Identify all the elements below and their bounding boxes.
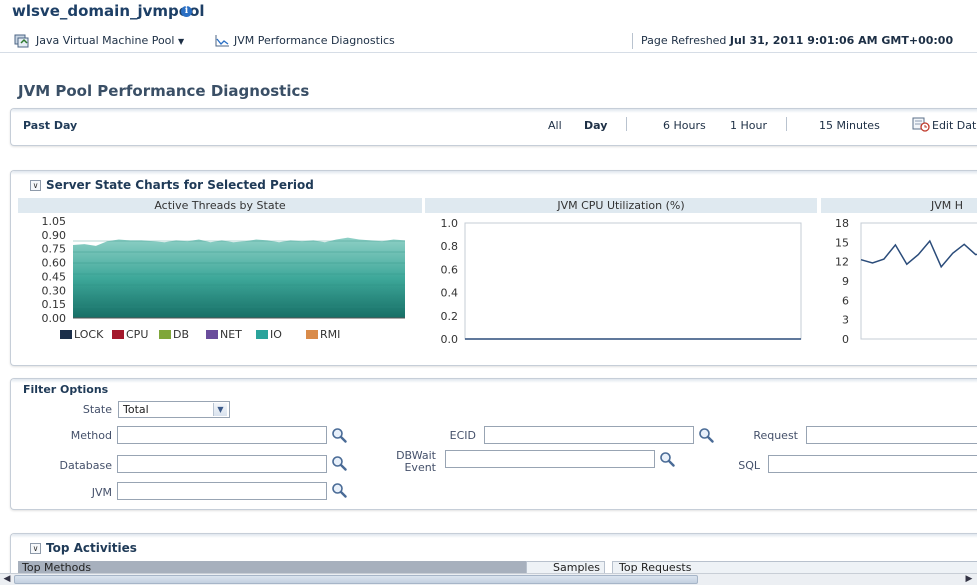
y-tick-label: 0 — [842, 333, 849, 346]
scrollbar-thumb[interactable] — [14, 575, 698, 584]
legend-swatch — [256, 330, 268, 339]
y-tick-label: 0.75 — [42, 243, 67, 256]
scroll-right-icon[interactable]: ▶ — [963, 574, 975, 585]
y-tick-label: 12 — [835, 256, 849, 269]
filter-options-title: Filter Options — [23, 383, 109, 396]
search-icon[interactable] — [698, 427, 714, 443]
y-tick-label: 1.05 — [42, 215, 67, 228]
active-threads-legend: LOCK CPU DB NET IO RMI — [60, 328, 390, 342]
scroll-left-icon[interactable]: ◀ — [1, 574, 13, 585]
request-label: Request — [753, 429, 798, 442]
top-activities-title: Top Activities — [46, 541, 137, 555]
database-label: Database — [59, 459, 113, 472]
y-tick-label: 0.0 — [441, 333, 459, 346]
legend-item-cpu: CPU — [112, 328, 148, 341]
legend-label: CPU — [126, 328, 149, 341]
search-icon[interactable] — [331, 482, 347, 498]
legend-swatch — [159, 330, 171, 339]
y-tick-label: 0.2 — [441, 310, 459, 323]
y-tick-label: 15 — [835, 236, 849, 249]
legend-swatch — [306, 330, 318, 339]
io-area-series — [73, 237, 405, 318]
cpu-plot-area — [464, 222, 802, 340]
chevron-down-icon: ▼ — [213, 403, 227, 416]
legend-item-rmi: RMI — [306, 328, 340, 341]
legend-swatch — [206, 330, 218, 339]
jvm-input[interactable] — [117, 482, 327, 500]
y-tick-label: 0.30 — [42, 284, 67, 297]
y-tick-label: 3 — [842, 314, 849, 327]
ecid-input[interactable] — [484, 426, 694, 444]
heap-plot-area — [860, 222, 977, 340]
legend-item-net: NET — [206, 328, 242, 341]
legend-label: RMI — [320, 328, 341, 341]
method-label: Method — [70, 429, 112, 442]
search-icon[interactable] — [331, 427, 347, 443]
state-select-value: Total — [123, 403, 149, 416]
y-tick-label: 0.8 — [441, 240, 459, 253]
y-tick-label: 0.60 — [42, 257, 67, 270]
legend-swatch — [60, 330, 72, 339]
legend-label: IO — [270, 328, 282, 341]
collapse-icon[interactable]: ∨ — [30, 543, 41, 554]
legend-swatch — [112, 330, 124, 339]
method-input[interactable] — [117, 426, 327, 444]
request-input[interactable] — [806, 426, 977, 444]
legend-item-io: IO — [256, 328, 282, 341]
sql-label: SQL — [738, 459, 760, 472]
sql-input[interactable] — [768, 455, 977, 473]
server-state-charts: 1.050.900.750.600.450.300.150.001.00.80.… — [42, 215, 977, 346]
legend-item-lock: LOCK — [60, 328, 103, 341]
database-input[interactable] — [117, 455, 327, 473]
state-select[interactable]: Total ▼ — [118, 401, 230, 418]
y-tick-label: 1.0 — [441, 217, 459, 230]
dbwait-event-input[interactable] — [445, 450, 655, 468]
ecid-label: ECID — [449, 429, 476, 442]
y-tick-label: 0.4 — [441, 287, 459, 300]
y-tick-label: 0.45 — [42, 270, 67, 283]
y-tick-label: 0.00 — [42, 312, 67, 325]
y-tick-label: 0.6 — [441, 263, 459, 276]
y-tick-label: 18 — [835, 217, 849, 230]
legend-item-db: DB — [159, 328, 189, 341]
jvm-label: JVM — [91, 486, 112, 499]
search-icon[interactable] — [331, 455, 347, 471]
legend-label: NET — [220, 328, 242, 341]
state-label: State — [82, 403, 112, 416]
search-icon[interactable] — [659, 451, 675, 467]
y-tick-label: 0.90 — [42, 229, 67, 242]
y-tick-label: 6 — [842, 294, 849, 307]
y-tick-label: 9 — [842, 275, 849, 288]
dbwait-label-line2: Event — [404, 461, 436, 474]
legend-label: DB — [173, 328, 190, 341]
dbwait-event-label: DBWait Event — [380, 450, 436, 474]
legend-label: LOCK — [74, 328, 104, 341]
y-tick-label: 0.15 — [42, 298, 67, 311]
